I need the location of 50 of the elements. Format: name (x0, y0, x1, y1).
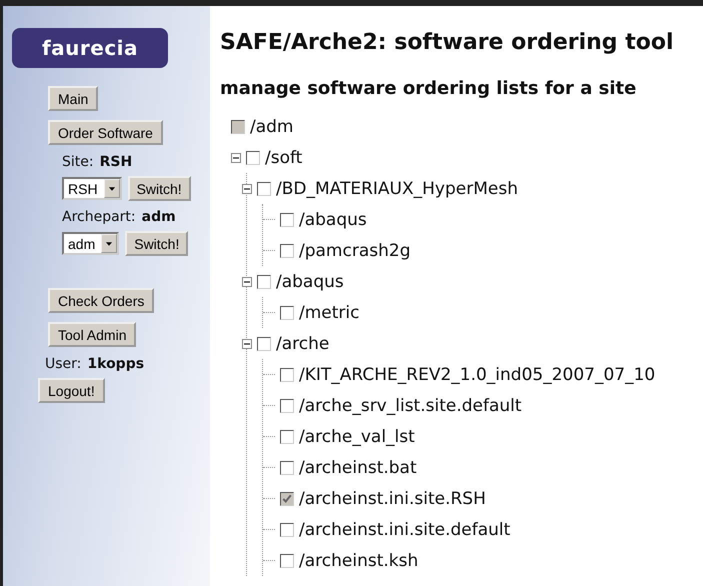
checkbox[interactable] (280, 212, 294, 226)
page-title: SAFE/Arche2: software ordering tool (220, 30, 675, 55)
switch-button[interactable]: Switch! (125, 231, 188, 256)
dropdown[interactable]: RSH (62, 177, 122, 200)
checkbox[interactable] (246, 150, 260, 164)
field-value: RSH (100, 154, 132, 170)
tree-item[interactable]: /metric (299, 302, 360, 322)
tree-item[interactable]: /arche_srv_list.site.default (299, 396, 522, 416)
checkbox[interactable] (280, 554, 294, 568)
nav-button[interactable]: Order Software (48, 120, 163, 145)
collapse-icon[interactable] (242, 184, 252, 194)
field-value: adm (142, 209, 176, 225)
tree-item[interactable]: /archeinst.ksh (299, 550, 418, 570)
collapse-icon[interactable] (242, 276, 252, 286)
tree-item[interactable]: /archeinst.bat (299, 458, 417, 478)
field-label: Archepart: (62, 209, 136, 225)
logo: faurecia (12, 28, 168, 68)
field-value: 1kopps (87, 356, 144, 372)
nav-button[interactable]: Main (48, 86, 98, 111)
caret-icon (104, 179, 120, 198)
page-subtitle: manage software ordering lists for a site (220, 78, 638, 99)
checkbox[interactable] (280, 522, 294, 536)
tree-item[interactable]: /KIT_ARCHE_REV2_1.0_ind05_2007_07_10 (299, 364, 656, 384)
checkbox[interactable] (257, 274, 271, 288)
tree-item[interactable]: /soft (265, 148, 302, 168)
tree-item[interactable]: /archeinst.ini.site.default (299, 520, 510, 540)
nav-button[interactable]: Check Orders (48, 288, 154, 313)
tree-item[interactable]: /arche (276, 334, 330, 354)
checkbox[interactable] (280, 398, 294, 412)
tree-item[interactable]: /BD_MATERIAUX_HyperMesh (276, 178, 518, 198)
switch-button[interactable]: Switch! (128, 176, 191, 201)
tree-item[interactable]: /abaqus (299, 210, 367, 230)
field-label: Site: (62, 154, 94, 170)
checkbox[interactable] (280, 244, 294, 258)
checkbox[interactable] (280, 430, 294, 444)
caret-icon (101, 234, 118, 253)
collapse-icon[interactable] (242, 338, 252, 348)
field-label: User: (45, 356, 82, 372)
checkbox[interactable] (257, 336, 271, 350)
checkbox[interactable] (280, 368, 294, 382)
checkbox[interactable] (257, 182, 271, 196)
checkbox[interactable] (280, 306, 294, 320)
nav-button[interactable]: Tool Admin (48, 322, 136, 347)
dropdown[interactable]: adm (62, 232, 120, 255)
checkbox[interactable] (280, 460, 294, 474)
collapse-icon[interactable] (231, 152, 241, 162)
logout-button[interactable]: Logout! (38, 378, 105, 403)
tree-item[interactable]: /abaqus (276, 272, 344, 292)
tree-item[interactable]: /pamcrash2g (299, 240, 410, 260)
tree-item[interactable]: /arche_val_lst (299, 426, 415, 446)
